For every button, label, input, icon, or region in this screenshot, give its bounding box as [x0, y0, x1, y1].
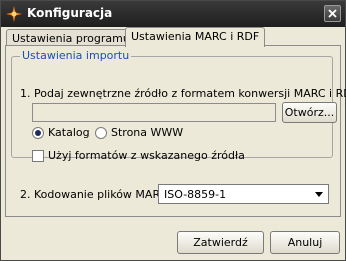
tab-marc-rdf-settings[interactable]: Ustawienia MARC i RDF — [125, 27, 266, 47]
confirm-button[interactable]: Zatwierdź — [177, 231, 264, 254]
step1-label: 1. Podaj zewnętrzne źródło z formatem ko… — [20, 87, 346, 100]
close-icon — [328, 9, 337, 18]
title-bar[interactable]: Konfiguracja — [1, 1, 345, 27]
encoding-label: 2. Kodowanie plików MARC: — [20, 188, 171, 201]
confirm-button-label: Zatwierdź — [193, 236, 248, 249]
katalog-radio-label[interactable]: Katalog — [48, 126, 90, 139]
use-formats-label[interactable]: Użyj formatów z wskazanego źródła — [48, 149, 245, 162]
close-button[interactable] — [324, 5, 341, 22]
radio-selected-dot — [35, 130, 41, 136]
www-radio[interactable] — [95, 127, 107, 139]
source-field[interactable] — [32, 103, 276, 122]
open-button-label: Otwórz... — [284, 106, 335, 119]
open-button[interactable]: Otwórz... — [282, 102, 337, 123]
window-title: Konfiguracja — [27, 6, 113, 20]
www-radio-label[interactable]: Strona WWW — [111, 126, 183, 139]
use-formats-checkbox[interactable] — [32, 150, 44, 162]
chevron-down-icon — [315, 192, 323, 197]
group-title: Ustawienia importu — [20, 49, 132, 62]
app-icon — [6, 6, 22, 22]
cancel-button-label: Anuluj — [287, 236, 323, 249]
tab-panel: Ustawienia importu 1. Podaj zewnętrzne ź… — [5, 45, 346, 217]
katalog-radio[interactable] — [32, 127, 44, 139]
encoding-select[interactable]: ISO-8859-1 — [158, 184, 329, 204]
cancel-button[interactable]: Anuluj — [270, 231, 340, 254]
encoding-select-value: ISO-8859-1 — [164, 188, 227, 201]
config-dialog: Konfiguracja Ustawienia programu Ustawie… — [0, 0, 346, 261]
